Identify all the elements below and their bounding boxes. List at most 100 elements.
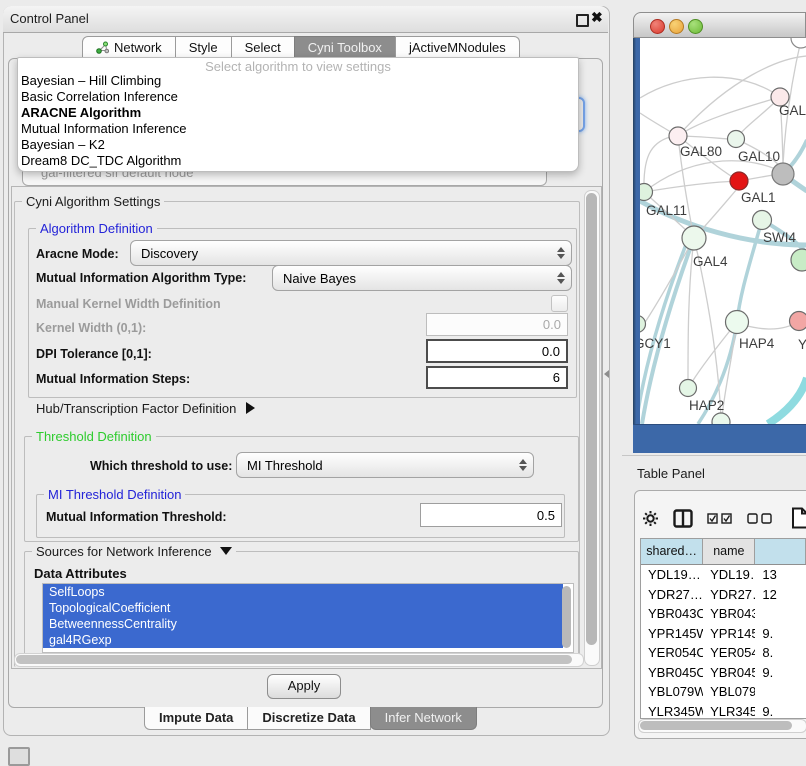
which-threshold-label: Which threshold to use: xyxy=(90,459,232,473)
table-row[interactable]: YBR045CYBR045C9. xyxy=(641,663,806,683)
which-threshold-combo[interactable]: MI Threshold xyxy=(236,452,534,478)
control-panel-tab-bar: NetworkStyleSelect Cyni Toolbox jActiveMNo… xyxy=(82,36,519,58)
minimize-traffic-light[interactable] xyxy=(669,19,684,34)
attribute-item-topologicalcoefficient[interactable]: TopologicalCoefficient xyxy=(43,600,563,616)
table-cell xyxy=(755,682,806,702)
settings-hscrollbar-thumb[interactable] xyxy=(16,655,572,664)
bottom-tab-infer-network[interactable]: Infer Network xyxy=(370,707,477,730)
stepper-arrows-icon xyxy=(551,247,571,259)
attribute-item-gal4rgexp[interactable]: gal4RGexp xyxy=(43,632,563,648)
table-row[interactable]: YDL19…YDL19…13 xyxy=(641,565,806,585)
data-attributes-label: Data Attributes xyxy=(34,566,127,581)
expand-right-icon xyxy=(246,402,255,414)
column-header-name[interactable]: name xyxy=(703,539,755,564)
gear-icon[interactable] xyxy=(642,510,659,527)
sources-toggle[interactable]: Sources for Network Inference xyxy=(32,544,236,559)
tab-network[interactable]: Network xyxy=(82,36,176,58)
table-cell: YPR145W xyxy=(703,624,755,644)
network-canvas[interactable]: GALGAL80GAL10GAL1GAL11SWI4GAL4GCY1HAP4YH… xyxy=(640,38,806,424)
table-hscrollbar-thumb[interactable] xyxy=(640,721,792,730)
network-node-gal10[interactable] xyxy=(728,131,745,148)
minimized-panel-icon[interactable] xyxy=(8,747,30,766)
tab-select[interactable]: Select xyxy=(231,36,295,58)
node-table[interactable]: shared…name YDL19…YDL19…13YDR27…YDR27…12… xyxy=(640,538,806,719)
bottom-tab-discretize-data[interactable]: Discretize Data xyxy=(247,707,370,730)
network-edge xyxy=(640,77,780,98)
control-panel-title: Control Panel xyxy=(10,11,89,26)
attr-list-scrollbar[interactable] xyxy=(562,586,571,648)
float-window-icon[interactable] xyxy=(576,14,589,27)
mi-type-label: Mutual Information Algorithm Type: xyxy=(36,271,246,285)
algorithm-option-bayesian-hill-climbing[interactable]: Bayesian – Hill Climbing xyxy=(18,73,578,89)
zoom-traffic-light[interactable] xyxy=(688,19,703,34)
column-header-2[interactable] xyxy=(755,539,806,564)
algorithm-option-mutual-information-inference[interactable]: Mutual Information Inference xyxy=(18,121,578,137)
network-node-gal1[interactable] xyxy=(730,172,748,190)
algorithm-option-bayesian-k2[interactable]: Bayesian – K2 xyxy=(18,137,578,153)
table-row[interactable]: YPR145WYPR145W9. xyxy=(641,624,806,644)
network-node-gal4[interactable] xyxy=(682,226,706,250)
checked-boxes-icon[interactable] xyxy=(707,513,733,524)
network-node-gal80[interactable] xyxy=(669,127,687,145)
column-header-shared[interactable]: shared… xyxy=(641,539,703,564)
tab-style[interactable]: Style xyxy=(175,36,232,58)
network-node[interactable] xyxy=(772,163,794,185)
aracne-mode-label: Aracne Mode: xyxy=(36,247,119,261)
tab-jactivemnodules[interactable]: jActiveMNodules xyxy=(395,36,520,58)
node-label: GCY1 xyxy=(640,336,671,351)
table-row[interactable]: YLR345WYLR345W9. xyxy=(641,702,806,720)
attribute-item-betweennesscentrality[interactable]: BetweennessCentrality xyxy=(43,616,563,632)
table-panel-separator xyxy=(622,455,806,456)
network-node[interactable] xyxy=(712,413,730,424)
network-node-y[interactable] xyxy=(790,312,806,331)
network-window-frame-bottom xyxy=(633,424,806,453)
network-node-gal11[interactable] xyxy=(640,184,653,201)
algorithm-option-dream8-dc-tdc-algorithm[interactable]: Dream8 DC_TDC Algorithm xyxy=(18,153,578,169)
mi-threshold-input[interactable] xyxy=(420,503,562,527)
table-row[interactable]: YBR043CYBR043C xyxy=(641,604,806,624)
tab-cyni-toolbox[interactable]: Cyni Toolbox xyxy=(294,36,396,58)
table-header-row: shared…name xyxy=(641,539,806,565)
unchecked-boxes-icon[interactable] xyxy=(747,513,773,524)
apply-button[interactable]: Apply xyxy=(267,674,341,699)
manual-kernel-label: Manual Kernel Width Definition xyxy=(36,297,221,311)
close-icon[interactable]: ✖ xyxy=(591,9,603,26)
network-node-swi4[interactable] xyxy=(753,211,772,230)
algorithm-option-basic-correlation-inference[interactable]: Basic Correlation Inference xyxy=(18,89,578,105)
node-label: GAL xyxy=(779,103,806,118)
table-cell: 12 xyxy=(755,585,806,605)
data-attributes-list: SelfLoopsTopologicalCoefficientBetweenne… xyxy=(42,583,574,653)
dpi-tolerance-input[interactable] xyxy=(426,339,568,363)
bottom-tab-bar: Impute DataDiscretize DataInfer Network xyxy=(144,707,476,730)
table-row[interactable]: YER054CYER054C8. xyxy=(641,643,806,663)
network-node[interactable] xyxy=(791,249,806,271)
table-cell: YDR27… xyxy=(703,585,755,605)
bottom-tab-impute-data[interactable]: Impute Data xyxy=(144,707,248,730)
table-row[interactable]: YBL079WYBL079W xyxy=(641,682,806,702)
network-window-titlebar[interactable] xyxy=(633,12,806,38)
manual-kernel-checkbox[interactable] xyxy=(551,295,568,312)
table-cell: YBL079W xyxy=(703,682,755,702)
attribute-item-selfloops[interactable]: SelfLoops xyxy=(43,584,563,600)
document-icon[interactable] xyxy=(791,507,806,529)
network-node-hap4[interactable] xyxy=(726,311,749,334)
table-row[interactable]: YDR27…YDR27…12 xyxy=(641,585,806,605)
close-traffic-light[interactable] xyxy=(650,19,665,34)
table-cell xyxy=(755,604,806,624)
kernel-width-input[interactable] xyxy=(426,313,568,336)
collapse-down-icon xyxy=(220,547,232,555)
panel-resize-arrow-icon[interactable] xyxy=(604,370,609,378)
hub-definition-toggle[interactable]: Hub/Transcription Factor Definition xyxy=(36,401,255,416)
tab-label: Cyni Toolbox xyxy=(308,37,382,58)
columns-icon[interactable] xyxy=(673,509,693,528)
aracne-mode-combo[interactable]: Discovery xyxy=(130,240,572,266)
network-node-gcy1[interactable] xyxy=(640,316,646,333)
settings-vscrollbar-thumb[interactable] xyxy=(586,193,597,645)
network-node-hap2[interactable] xyxy=(680,380,697,397)
algorithm-option-aracne-algorithm[interactable]: ARACNE Algorithm xyxy=(18,105,578,121)
mi-steps-input[interactable] xyxy=(426,366,568,389)
tab-label: jActiveMNodules xyxy=(409,37,506,58)
network-node[interactable] xyxy=(791,38,806,48)
mi-type-combo[interactable]: Naive Bayes xyxy=(272,265,572,291)
network-edge xyxy=(640,113,674,134)
